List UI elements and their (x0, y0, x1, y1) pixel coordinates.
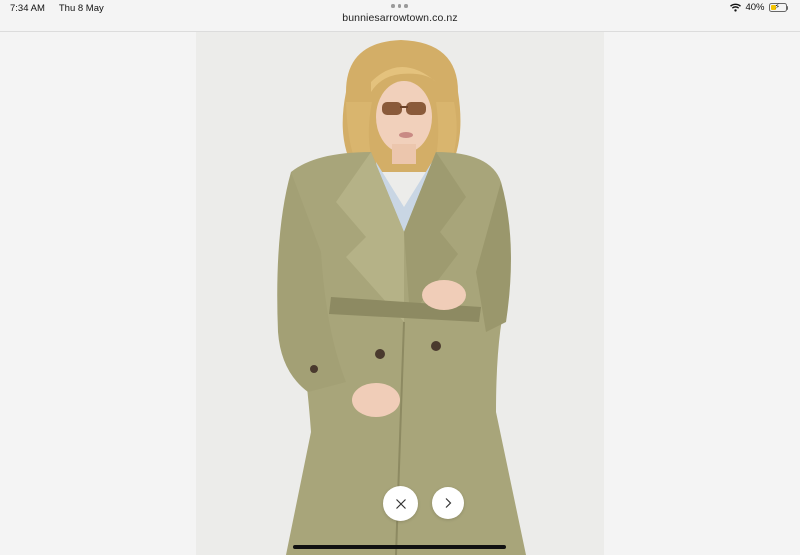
battery-icon: ⚡ (768, 2, 788, 12)
product-photo-illustration (196, 32, 604, 555)
product-photo[interactable] (196, 32, 604, 555)
home-indicator[interactable] (293, 545, 506, 549)
more-dots-icon[interactable] (391, 4, 408, 8)
close-icon (395, 498, 406, 509)
chevron-right-icon (445, 498, 452, 508)
address-text[interactable]: bunniesarrowtown.co.nz (342, 12, 457, 24)
next-image-button[interactable] (432, 487, 464, 519)
image-viewer (0, 32, 800, 555)
address-bar[interactable]: bunniesarrowtown.co.nz (0, 12, 800, 30)
wifi-icon (730, 3, 742, 12)
close-button[interactable] (383, 486, 418, 521)
